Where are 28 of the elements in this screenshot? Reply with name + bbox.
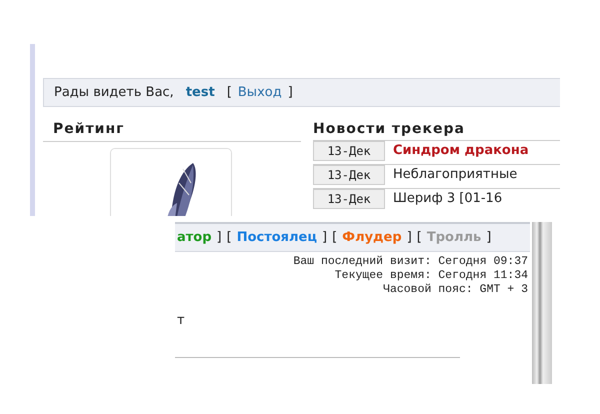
bracket: ] [486,230,492,245]
news-link[interactable]: Шериф 3 [01-16 [387,189,508,209]
news-date: 13-Дек [313,141,385,161]
bracket: [ [332,230,338,245]
role-link[interactable]: Флудер [342,230,402,245]
role-link[interactable]: Постоялец [236,230,318,245]
section-heading: Рейтинг [52,121,126,137]
news-link[interactable]: Неблагоприятные [387,165,524,185]
username-link[interactable]: test [186,85,215,100]
greeting-text: Рады видеть Вас, [54,85,174,100]
logout-link[interactable]: Выход [238,85,282,100]
bracket: ] [288,85,293,100]
bracket: [ [226,85,232,100]
section-heading: Новости трекера [313,121,466,137]
role-link[interactable]: Тролль [426,230,482,245]
bracket: [ [226,230,232,245]
bracket: ] [322,230,328,245]
text-fragment: т [177,313,185,328]
bracket: ] [216,230,222,245]
visit-info-text: Текущее время: Сегодня 11:34 [334,269,528,282]
visit-info-text: Часовой пояс: GMT + 3 [383,283,528,296]
news-date: 13-Дек [313,189,385,209]
bracket: [ [416,230,422,245]
visit-info-text: Ваш последний визит: Сегодня 09:37 [293,255,528,268]
bracket: ] [406,230,412,245]
news-date: 13-Дек [313,165,385,185]
role-link[interactable]: атор [177,230,212,245]
news-link[interactable]: Синдром дракона [387,141,535,161]
